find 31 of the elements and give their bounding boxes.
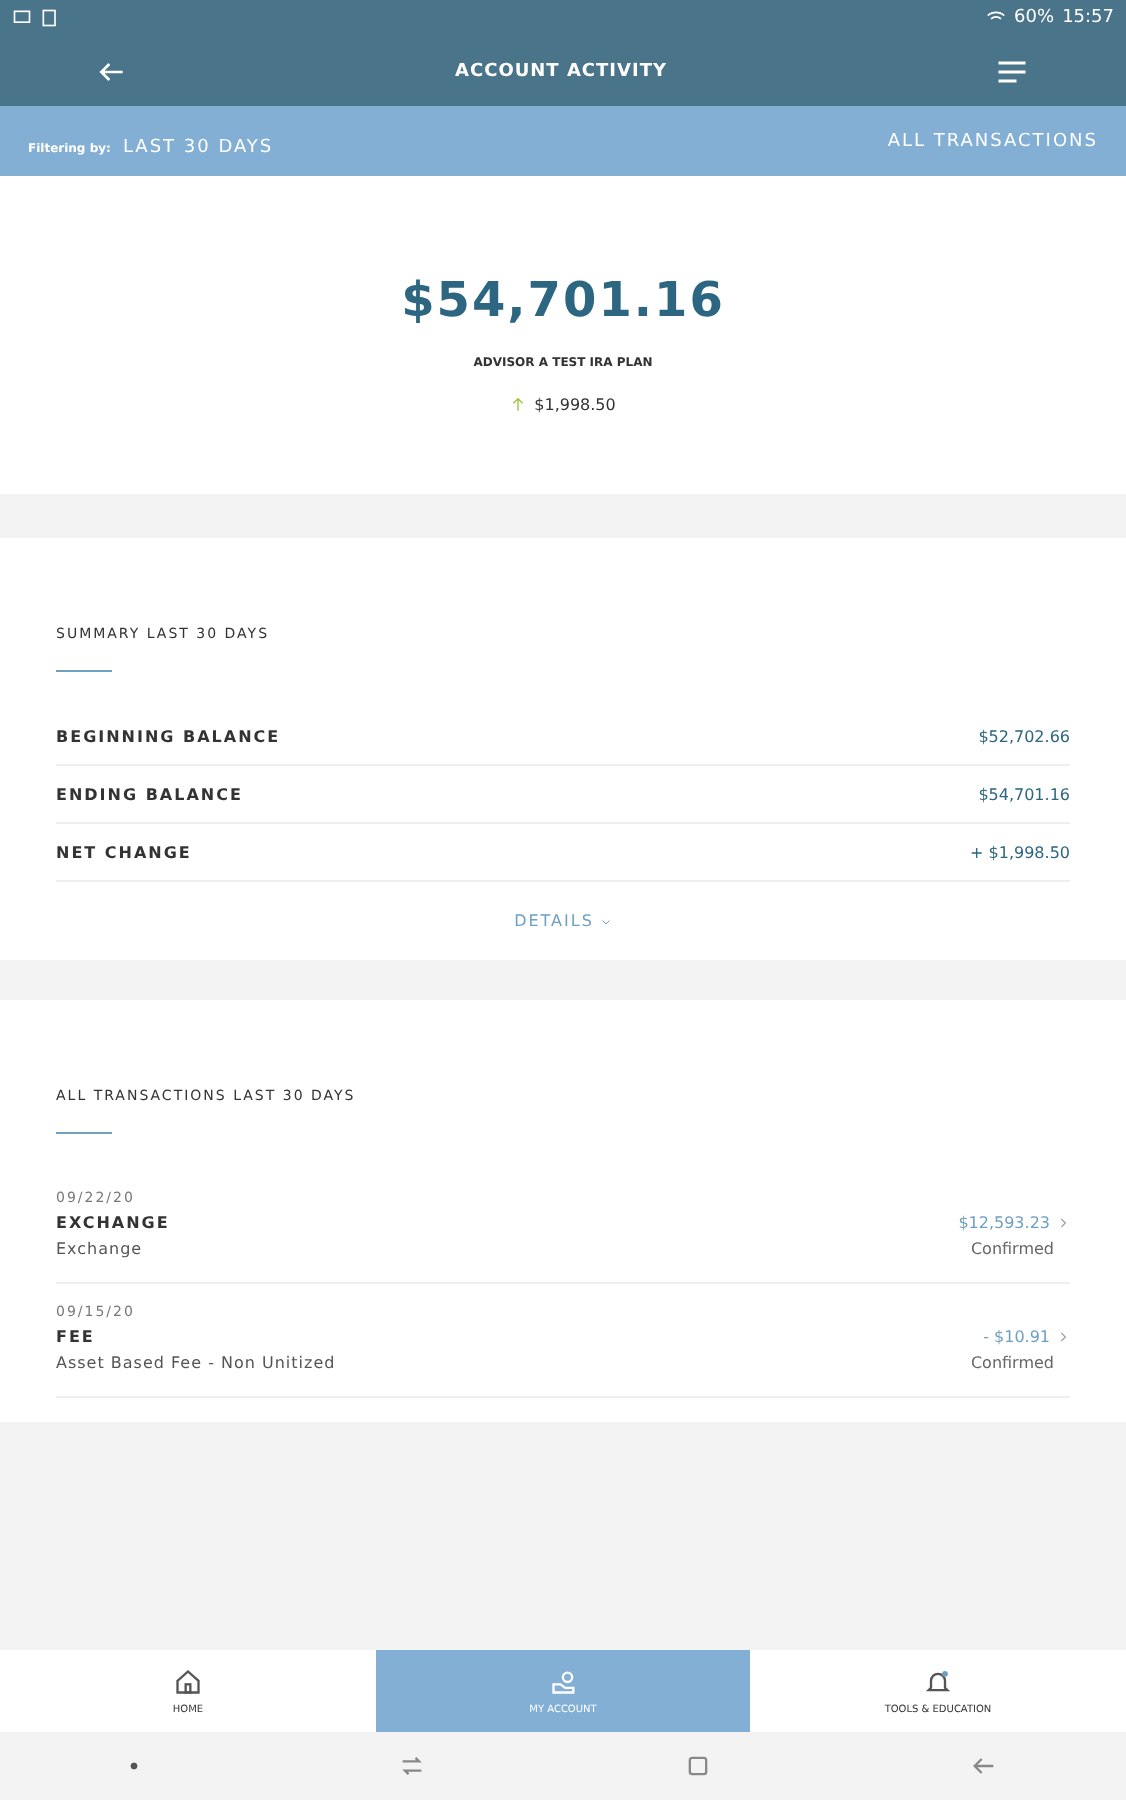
battery-percent: 60% [1014, 8, 1055, 28]
summary-value: + $1,998.50 [970, 843, 1070, 861]
transaction-type: EXCHANGE [56, 1214, 172, 1232]
summary-label: NET CHANGE [56, 843, 192, 861]
balance-amount: $54,701.16 [401, 272, 725, 328]
transaction-description: Exchange [56, 1240, 145, 1258]
page-title: ACCOUNT ACTIVITY [455, 61, 667, 81]
transaction-type: FEE [56, 1328, 97, 1346]
up-arrow-icon [510, 394, 527, 414]
summary-label: ENDING BALANCE [56, 785, 243, 803]
summary-value: $52,702.66 [978, 727, 1070, 745]
home-icon [174, 1667, 202, 1695]
transaction-status: Confirmed [970, 1354, 1054, 1372]
home-square-icon[interactable] [683, 1752, 712, 1780]
balance-change: $1,998.50 [534, 395, 616, 413]
transaction-description: Asset Based Fee - Non Unitized [56, 1354, 338, 1372]
transaction-type-filter[interactable]: ALL TRANSACTIONS [887, 131, 1098, 151]
recent-apps-icon[interactable] [398, 1752, 427, 1780]
bell-icon [924, 1667, 952, 1695]
chevron-right-icon [1056, 1330, 1070, 1344]
clock-time: 15:57 [1062, 8, 1114, 28]
transaction-amount-link[interactable]: $12,593.23 [958, 1214, 1070, 1232]
transaction-status: Confirmed [970, 1240, 1054, 1258]
summary-value: $54,701.16 [978, 785, 1070, 803]
chevron-right-icon [1056, 1216, 1070, 1230]
dot-icon[interactable] [128, 1760, 141, 1772]
transaction-amount-link[interactable]: - $10.91 [983, 1328, 1070, 1346]
period-filter[interactable]: LAST 30 DAYS [122, 138, 274, 158]
summary-label: BEGINNING BALANCE [56, 727, 281, 745]
details-toggle[interactable]: DETAILS [502, 910, 624, 932]
caret-down-icon [599, 915, 612, 927]
